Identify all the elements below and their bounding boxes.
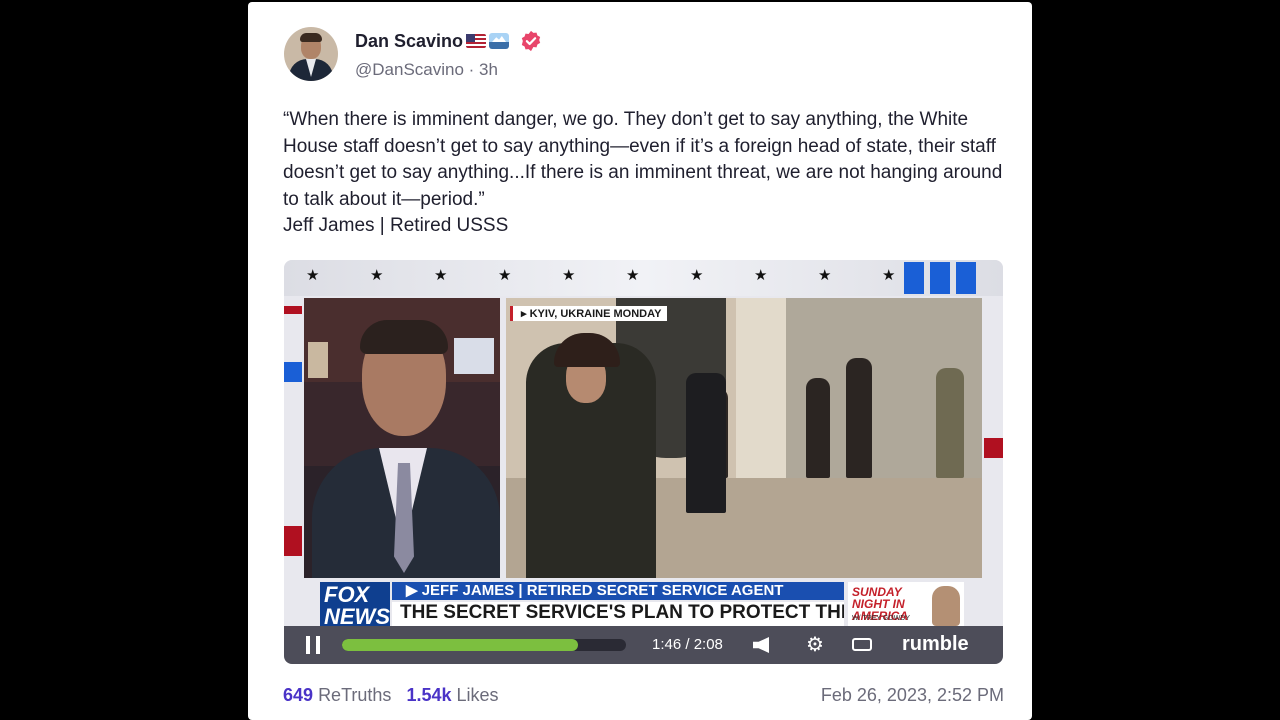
author-name[interactable]: Dan Scavino: [355, 31, 463, 52]
theater-mode-icon[interactable]: [852, 635, 874, 655]
decor-mark: [284, 526, 302, 556]
promo-sub: W/ TREY GOWDY: [852, 615, 911, 622]
progress-fill: [342, 639, 578, 651]
us-flag-icon: [466, 34, 487, 48]
wave-icon: [489, 33, 510, 49]
post-card: Dan Scavino @DanScavino · 3h “When there…: [248, 2, 1032, 720]
stars-banner: ★ ★ ★ ★ ★ ★ ★ ★ ★ ★: [284, 260, 1003, 296]
time-readout: 1:46 / 2:08: [652, 636, 723, 653]
host-photo: [932, 586, 960, 626]
decor-mark: [984, 438, 1003, 458]
rumble-logo[interactable]: rumble: [902, 633, 969, 656]
lower-third-name: ▶ JEFF JAMES | RETIRED SECRET SERVICE AG…: [392, 582, 844, 600]
retruths-count: 649: [283, 685, 314, 705]
volume-icon[interactable]: [751, 635, 773, 655]
show-promo: SUNDAY NIGHT IN AMERICA W/ TREY GOWDY: [848, 582, 964, 626]
post-body: “When there is imminent danger, we go. T…: [283, 107, 1003, 240]
author-row: Dan Scavino: [355, 30, 542, 52]
news-chyron: FOX NEWS ▶ JEFF JAMES | RETIRED SECRET S…: [320, 582, 1000, 628]
location-tag: ▸ KYIV, UKRAINE MONDAY: [510, 306, 668, 321]
decor-mark: [284, 362, 302, 382]
likes-count: 1.54k: [406, 685, 452, 705]
pause-icon[interactable]: [304, 636, 322, 654]
video-player[interactable]: ★ ★ ★ ★ ★ ★ ★ ★ ★ ★ ▸ KYIV, UKRAINE MOND…: [284, 260, 1003, 664]
network-logo: FOX NEWS: [320, 582, 390, 628]
post-timestamp[interactable]: Feb 26, 2023, 2:52 PM: [821, 685, 1004, 706]
guest-video-frame: [304, 298, 500, 578]
post-attribution: Jeff James | Retired USSS: [283, 215, 509, 237]
progress-bar[interactable]: [342, 639, 626, 651]
gear-icon[interactable]: ⚙: [804, 635, 826, 655]
retruths-stat[interactable]: 649 ReTruths: [283, 685, 391, 705]
post-quote: “When there is imminent danger, we go. T…: [283, 109, 1003, 210]
likes-label: Likes: [456, 685, 499, 705]
lower-third-headline: THE SECRET SERVICE'S PLAN TO PROTECT THE…: [392, 602, 844, 626]
decor-mark: [284, 306, 302, 314]
retruths-label: ReTruths: [318, 685, 392, 705]
verified-icon: [521, 30, 541, 52]
engagement-stats: 649 ReTruths 1.54k Likes: [283, 685, 509, 706]
player-controls: 1:46 / 2:08 ⚙ rumble: [284, 626, 1003, 664]
avatar[interactable]: [284, 27, 338, 81]
likes-stat[interactable]: 1.54k Likes: [406, 685, 498, 705]
kyiv-footage-frame: ▸ KYIV, UKRAINE MONDAY: [506, 298, 982, 578]
author-handle[interactable]: @DanScavino · 3h: [355, 60, 498, 80]
